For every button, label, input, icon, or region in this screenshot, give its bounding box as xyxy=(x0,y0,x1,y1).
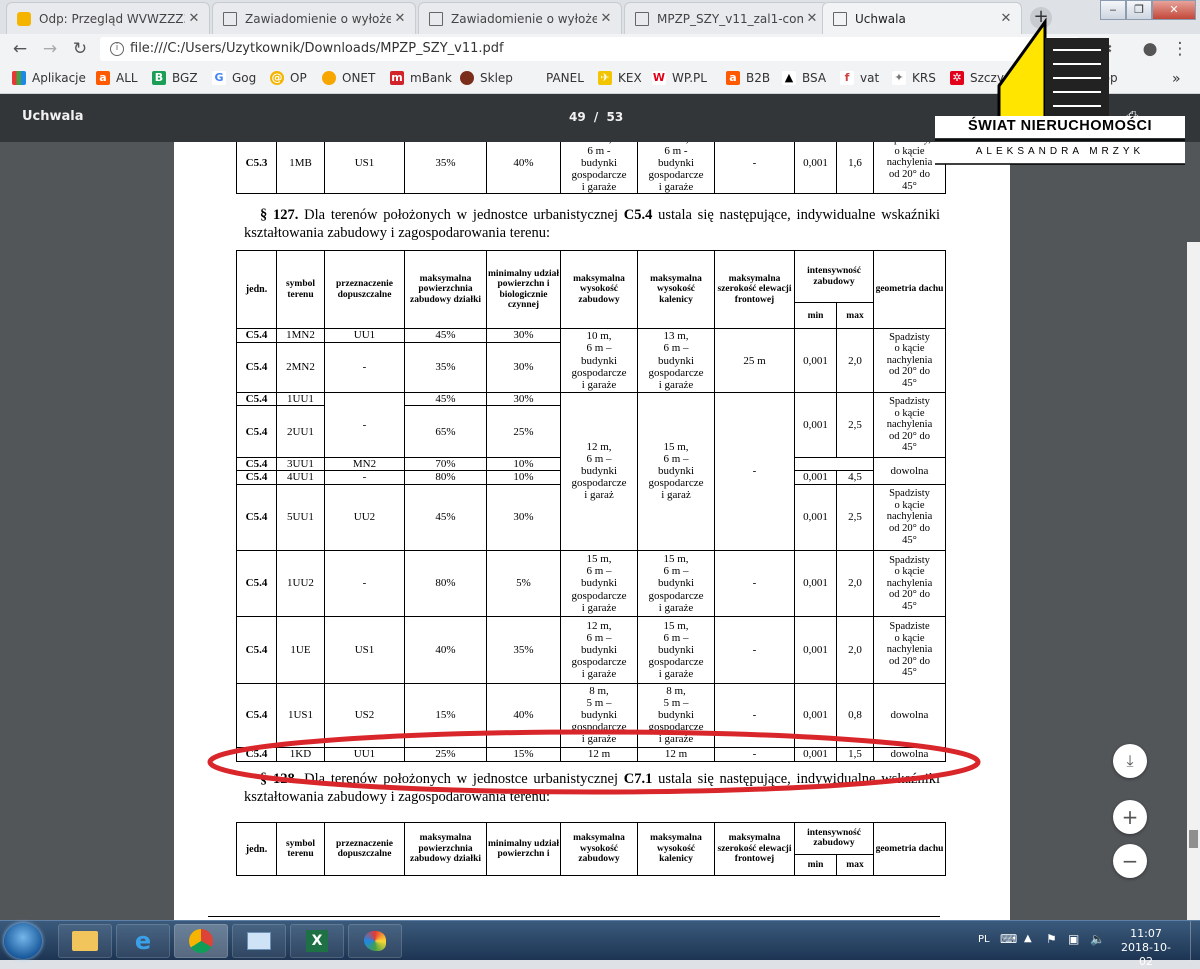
swiat-nieruchomosci-logo: ŚWIAT NIERUCHOMOŚCI ALEKSANDRA MRZYK xyxy=(935,16,1185,172)
tab-label: Odp: Przegląd WVWZZZ3CZ xyxy=(39,11,185,26)
page-current[interactable]: 49 xyxy=(569,110,586,124)
reload-button[interactable]: ↻ xyxy=(70,39,90,59)
tab-mail[interactable]: Odp: Przegląd WVWZZZ3CZ ✕ xyxy=(6,2,210,34)
taskbar-excel[interactable]: X xyxy=(290,924,344,958)
bookmark-panel[interactable]: PANEL xyxy=(546,71,584,85)
apps-grid-icon xyxy=(12,71,26,85)
start-button[interactable] xyxy=(4,923,42,959)
zoom-in-button[interactable]: + xyxy=(1113,800,1147,834)
bookmark-op[interactable]: @ OP xyxy=(270,71,307,85)
taskbar-ie[interactable]: e xyxy=(116,924,170,958)
kex-icon: ✈ xyxy=(598,71,612,85)
close-icon[interactable]: ✕ xyxy=(803,11,821,26)
tray-expand-icon[interactable]: ▲ xyxy=(1024,933,1032,944)
fit-page-button[interactable]: ⤓ xyxy=(1113,744,1147,778)
page-indicator: 49 / 53 xyxy=(569,110,624,124)
tab-label: MPZP_SZY_v11_zal1-compre xyxy=(657,11,803,26)
eagle-icon: ✦ xyxy=(892,71,906,85)
mail-icon: @ xyxy=(270,71,284,85)
bookmark-b2b[interactable]: a B2B xyxy=(726,71,770,85)
close-icon[interactable]: ✕ xyxy=(597,11,615,26)
folder-icon xyxy=(72,931,98,951)
taskbar-notes[interactable] xyxy=(232,924,286,958)
info-icon: i xyxy=(110,42,124,56)
chrome-icon xyxy=(189,929,213,953)
taskbar-chrome[interactable] xyxy=(174,924,228,958)
system-clock[interactable]: 11:07 2018-10-02 xyxy=(1118,927,1174,969)
excel-icon: X xyxy=(306,930,328,952)
language-indicator[interactable]: PL xyxy=(978,934,990,945)
mountain-icon: ▲ xyxy=(782,71,796,85)
bookmark-bgz[interactable]: B BGZ xyxy=(152,71,198,85)
bookmark-all[interactable]: a ALL xyxy=(96,71,138,85)
ie-icon: e xyxy=(134,927,152,955)
bookmark-sklep[interactable]: Sklep xyxy=(460,71,513,85)
bookmark-apps[interactable]: Aplikacje xyxy=(12,71,86,85)
scrollbar[interactable] xyxy=(1187,242,1200,920)
clock-date: 2018-10-02 xyxy=(1121,941,1171,968)
document-icon xyxy=(833,11,847,26)
onet-icon xyxy=(322,71,336,85)
tab-label: Zawiadomienie o wyłożeniu xyxy=(451,11,597,26)
flag-icon[interactable]: ⚑ xyxy=(1046,932,1057,946)
windows-taskbar: e X PL ⌨ ▲ ⚑ ▣ 🔈 11:07 2018-10-02 xyxy=(0,920,1200,968)
pdf-viewer[interactable]: C5.3 1MB US1 35% 40% 14 m, 6 m - budynki… xyxy=(0,142,1200,920)
bookmark-mbank[interactable]: m mBank xyxy=(390,71,452,85)
document-icon xyxy=(223,11,237,26)
taskbar-explorer[interactable] xyxy=(58,924,112,958)
address-bar[interactable]: i file:///C:/Users/Uzytkownik/Downloads/… xyxy=(100,37,1080,61)
bookmark-gog[interactable]: G Gog xyxy=(212,71,256,85)
bookmark-kex[interactable]: ✈ KEX xyxy=(598,71,642,85)
document-icon xyxy=(635,11,649,26)
notes-icon xyxy=(247,932,271,950)
paint-icon xyxy=(364,931,386,951)
tab-mpzp[interactable]: MPZP_SZY_v11_zal1-compre ✕ xyxy=(624,2,828,34)
address-text: file:///C:/Users/Uzytkownik/Downloads/MP… xyxy=(130,41,504,56)
bank-icon: B xyxy=(152,71,166,85)
google-icon: G xyxy=(212,71,226,85)
allegro-icon: a xyxy=(96,71,110,85)
bookmark-wp[interactable]: W WP.PL xyxy=(652,71,707,85)
back-button[interactable]: ← xyxy=(10,39,30,59)
shop-icon xyxy=(460,71,474,85)
zoom-out-button[interactable]: − xyxy=(1113,844,1147,878)
keyboard-icon[interactable]: ⌨ xyxy=(1000,932,1017,946)
tab-zawiadomienie-2[interactable]: Zawiadomienie o wyłożeniu ✕ xyxy=(418,2,622,34)
close-icon[interactable]: ✕ xyxy=(391,11,409,26)
bookmark-vat[interactable]: f vat xyxy=(840,71,879,85)
bookmark-onet[interactable]: ONET xyxy=(322,71,375,85)
logo-text: ŚWIAT NIERUCHOMOŚCI xyxy=(967,118,1153,134)
vat-icon: f xyxy=(840,71,854,85)
page-total: 53 xyxy=(606,110,624,124)
show-desktop-button[interactable] xyxy=(1190,921,1200,961)
bookmark-bsa[interactable]: ▲ BSA xyxy=(782,71,826,85)
clock-time: 11:07 xyxy=(1130,927,1162,940)
tab-zawiadomienie-1[interactable]: Zawiadomienie o wyłożeniu ✕ xyxy=(212,2,416,34)
highlight-ellipse xyxy=(207,729,981,795)
scrollbar-thumb[interactable] xyxy=(1189,830,1198,848)
network-icon[interactable]: ▣ xyxy=(1068,932,1079,946)
highlight-ellipse-stroke xyxy=(207,729,981,795)
pdf-title: Uchwala xyxy=(22,109,84,124)
b2b-icon: a xyxy=(726,71,740,85)
mbank-icon: m xyxy=(390,71,404,85)
tab-label: Zawiadomienie o wyłożeniu xyxy=(245,11,391,26)
mail-icon xyxy=(17,11,31,26)
document-icon xyxy=(429,11,443,26)
volume-icon[interactable]: 🔈 xyxy=(1090,932,1105,946)
forward-button[interactable]: → xyxy=(40,39,60,59)
wp-icon: W xyxy=(652,71,666,85)
close-icon[interactable]: ✕ xyxy=(185,11,203,26)
taskbar-paint[interactable] xyxy=(348,924,402,958)
logo-subtext: ALEKSANDRA MRZYK xyxy=(975,146,1145,157)
bookmark-krs[interactable]: ✦ KRS xyxy=(892,71,936,85)
